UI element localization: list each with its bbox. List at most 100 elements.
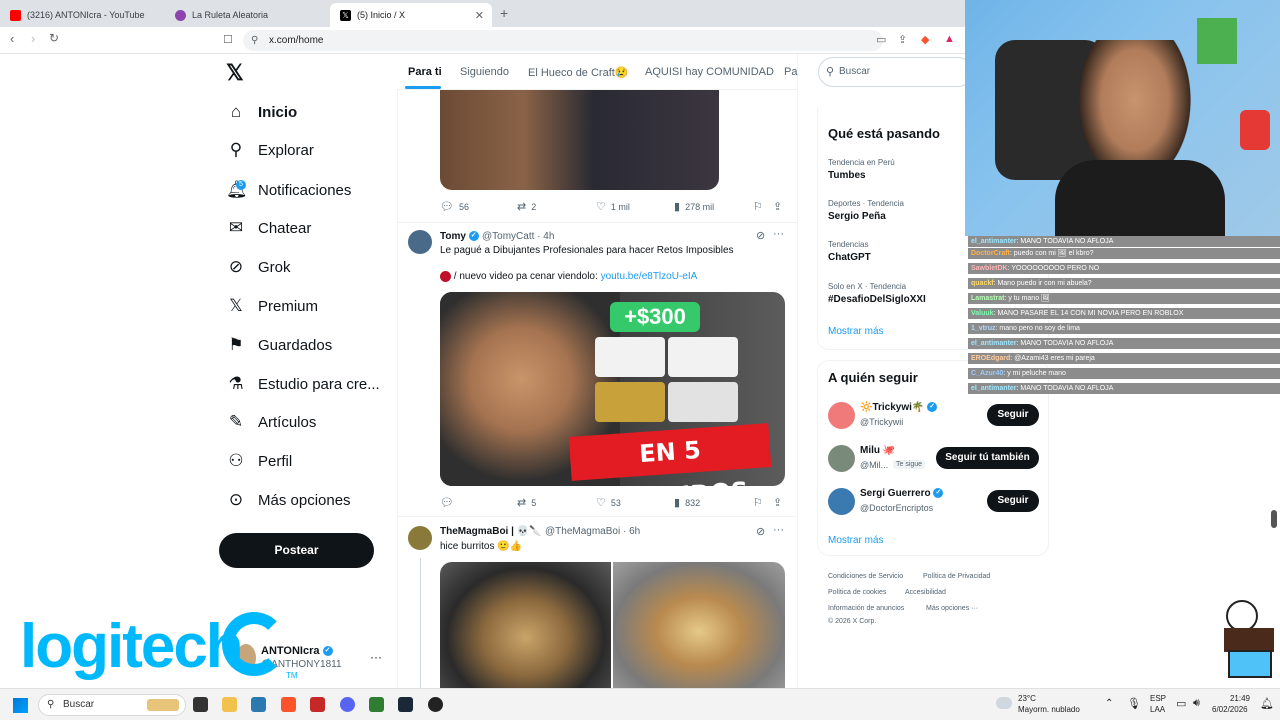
- share-icon[interactable]: ⇪: [898, 33, 907, 46]
- sidebar-item-notificaciones[interactable]: 🔔︎ Notificaciones: [226, 175, 351, 205]
- grok-explain-icon[interactable]: ⊘: [756, 229, 765, 242]
- tweet-video-thumbnail[interactable]: +$300 EN 5 SEGUNDOS: [440, 292, 785, 486]
- share-button[interactable]: ⇪: [773, 496, 787, 509]
- tab-more[interactable]: Pa: [784, 66, 797, 78]
- tweet-avatar[interactable]: [408, 526, 432, 550]
- tweet-more-icon[interactable]: ···: [773, 524, 784, 536]
- footer-privacy[interactable]: Política de Privacidad: [923, 573, 990, 580]
- network-icon[interactable]: ▭: [1176, 697, 1186, 710]
- follow-button[interactable]: Seguir: [987, 490, 1039, 512]
- follow-name[interactable]: 🔆Trickywi🌴 ✓: [860, 402, 938, 413]
- bookmark-page-icon[interactable]: ☐: [223, 33, 233, 46]
- tweet-image[interactable]: [440, 80, 719, 190]
- clock-time[interactable]: 21:49: [1214, 694, 1250, 703]
- share-button[interactable]: ⇪: [773, 200, 787, 213]
- file-explorer-icon[interactable]: [222, 697, 237, 712]
- volume-icon[interactable]: 🔊︎: [1193, 697, 1200, 710]
- tweet-more-icon[interactable]: ···: [773, 228, 784, 240]
- tab-x-home[interactable]: 𝕏 (5) Inicio / X ✕: [330, 3, 492, 27]
- show-more-follows[interactable]: Mostrar más: [828, 535, 884, 546]
- task-view-icon[interactable]: [193, 697, 208, 712]
- like-button[interactable]: ♡ 1 mil: [596, 200, 630, 213]
- notes-icon[interactable]: [369, 697, 384, 712]
- tray-chevron-icon[interactable]: ⌃: [1105, 698, 1113, 709]
- footer-terms[interactable]: Condiciones de Servicio: [828, 573, 903, 580]
- like-button[interactable]: ♡ 53: [596, 496, 621, 509]
- footer-ads-info[interactable]: Información de anuncios: [828, 605, 904, 612]
- discord-icon[interactable]: [340, 697, 355, 712]
- trend-item[interactable]: ChatGPT: [828, 252, 871, 263]
- retweet-button[interactable]: ⇄ 5: [517, 496, 536, 509]
- obs-icon[interactable]: [428, 697, 443, 712]
- taskbar-search[interactable]: ⚲ Buscar: [38, 694, 186, 716]
- x-logo[interactable]: 𝕏: [226, 60, 244, 86]
- clock-date[interactable]: 6/02/2026: [1212, 705, 1248, 714]
- follow-back-button[interactable]: Seguir tú también: [936, 447, 1039, 469]
- tweet-link[interactable]: youtu.be/e8TlzoU-eIA: [601, 271, 698, 282]
- tweet-handle[interactable]: @TomyCatt · 4h: [482, 231, 554, 242]
- views-button[interactable]: ▮ 278 mil: [674, 200, 714, 213]
- views-button[interactable]: ▮ 832: [674, 496, 700, 509]
- close-tab-icon[interactable]: ✕: [475, 9, 484, 22]
- bookmark-button[interactable]: ⚐: [753, 200, 768, 213]
- sidebar-item-guardados[interactable]: ⚑ Guardados: [226, 330, 332, 360]
- follow-avatar[interactable]: [828, 402, 855, 429]
- weather-temp[interactable]: 23°C: [1018, 694, 1036, 703]
- reload-icon[interactable]: ↻: [49, 31, 59, 45]
- sidebar-item-chatear[interactable]: ✉ Chatear: [226, 213, 312, 243]
- tweet-author[interactable]: Tomy ✓: [440, 231, 479, 242]
- notifications-icon[interactable]: 🔔︎: [1260, 697, 1274, 710]
- site-info-icon[interactable]: ⚲: [251, 30, 258, 51]
- reply-button[interactable]: 💬︎: [440, 496, 459, 509]
- tab-ruleta[interactable]: La Ruleta Aleatoria: [165, 3, 330, 27]
- trend-item[interactable]: Tumbes: [828, 170, 866, 181]
- reply-button[interactable]: 💬︎ 56: [440, 200, 469, 213]
- sidebar-item-articulos[interactable]: ✎ Artículos: [226, 407, 316, 437]
- post-button[interactable]: Postear: [219, 533, 374, 568]
- back-icon[interactable]: ‹: [10, 31, 14, 46]
- weather-desc[interactable]: Mayorm. nublado: [1018, 705, 1080, 714]
- tab-aquisi-comunidad[interactable]: AQUISI hay COMUNIDAD: [645, 66, 774, 78]
- sidebar-item-perfil[interactable]: ⚇ Perfil: [226, 446, 292, 476]
- brave-shield-icon[interactable]: ◆: [921, 33, 929, 46]
- tweet-handle[interactable]: @TheMagmaBoi · 6h: [545, 526, 640, 537]
- microphone-icon[interactable]: 🎙︎: [1127, 697, 1141, 710]
- follow-avatar[interactable]: [828, 445, 855, 472]
- grok-explain-icon[interactable]: ⊘: [756, 525, 765, 538]
- follow-name[interactable]: Milu 🐙: [860, 445, 895, 456]
- tweet-photo-2[interactable]: [613, 562, 785, 688]
- follow-button[interactable]: Seguir: [987, 404, 1039, 426]
- tab-hueco-de-craft[interactable]: El Hueco de Craft😢: [528, 66, 629, 79]
- new-tab-icon[interactable]: +: [500, 5, 508, 21]
- footer-more[interactable]: Más opciones ···: [926, 605, 978, 612]
- sidebar-item-explorar[interactable]: ⚲ Explorar: [226, 135, 314, 165]
- forward-icon[interactable]: ›: [31, 31, 35, 46]
- tweet-author[interactable]: TheMagmaBoi | 💀🔪: [440, 526, 542, 537]
- follow-name[interactable]: Sergi Guerrero ✓: [860, 488, 944, 499]
- tweet-avatar[interactable]: [408, 230, 432, 254]
- follow-avatar[interactable]: [828, 488, 855, 515]
- address-bar[interactable]: ⚲ x.com/home: [243, 30, 883, 51]
- footer-accessibility[interactable]: Accesibilidad: [905, 589, 946, 596]
- sidebar-item-premium[interactable]: 𝕏 Premium: [226, 291, 318, 321]
- scrollbar-thumb[interactable]: [1271, 510, 1277, 528]
- brave-rewards-icon[interactable]: ▲: [944, 33, 955, 45]
- search-input[interactable]: ⚲ Buscar: [818, 57, 973, 87]
- trend-item[interactable]: #DesafioDelSigloXXI: [828, 294, 926, 305]
- bookmark-button[interactable]: ⚐: [753, 496, 768, 509]
- account-more-icon[interactable]: ···: [370, 650, 382, 664]
- tab-siguiendo[interactable]: Siguiendo: [460, 66, 509, 78]
- steam-icon[interactable]: [398, 697, 413, 712]
- sidebar-item-mas-opciones[interactable]: ⊙ Más opciones: [226, 485, 351, 515]
- tweet-photo-1[interactable]: [440, 562, 611, 688]
- trend-item[interactable]: Sergio Peña: [828, 211, 886, 222]
- windows-start-icon[interactable]: [13, 698, 28, 713]
- keyboard-layout[interactable]: LAA: [1150, 705, 1165, 714]
- tab-para-ti[interactable]: Para ti: [408, 66, 442, 78]
- retweet-button[interactable]: ⇄ 2: [517, 200, 536, 213]
- tab-youtube[interactable]: (3216) ANTONIcra - YouTube: [0, 3, 165, 27]
- screen-icon[interactable]: ▭: [876, 33, 886, 46]
- show-more-trends[interactable]: Mostrar más: [828, 326, 884, 337]
- brave-icon[interactable]: [281, 697, 296, 712]
- sidebar-item-inicio[interactable]: ⌂ Inicio: [226, 97, 297, 127]
